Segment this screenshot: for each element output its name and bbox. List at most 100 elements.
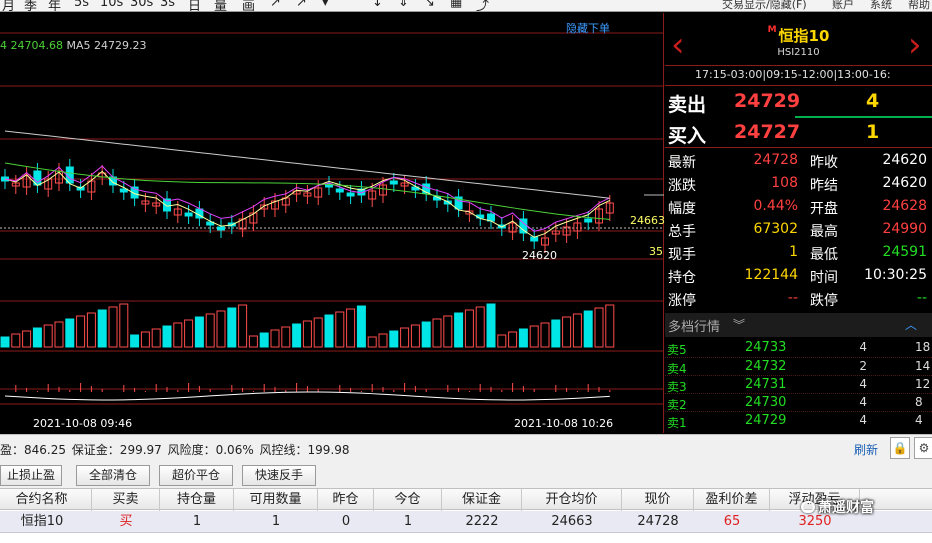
buy-price[interactable]: 24727: [734, 121, 800, 143]
table-row[interactable]: 恒指10 买 1 1 0 1 2222 24663 24728 65 3250: [0, 511, 932, 533]
depth-row[interactable]: 卖3 24731 4 12: [665, 375, 932, 394]
menu-help[interactable]: 帮助: [908, 0, 930, 11]
toolbar-btn-month[interactable]: 月: [2, 0, 15, 11]
low-price-label: 24620: [522, 249, 557, 262]
sell-price[interactable]: 24729: [734, 90, 800, 112]
quick-reverse-button[interactable]: 快速反手: [242, 465, 316, 486]
volume-bar: [140, 331, 150, 348]
lock-icon[interactable]: 🔒: [890, 437, 910, 459]
toolbar-btn-5s[interactable]: 5s: [74, 0, 89, 10]
toolbar-btn-draw[interactable]: 画: [242, 0, 255, 11]
column-header[interactable]: 开仓均价: [522, 489, 622, 511]
sell-volume: 4: [866, 90, 880, 112]
depth-row[interactable]: 卖1 24729 4 4: [665, 411, 932, 430]
field-label: 涨跌: [668, 178, 696, 194]
column-header[interactable]: 可用数量: [234, 489, 318, 511]
volume-bar: [184, 319, 194, 348]
chevron-up-icon[interactable]: ︿: [905, 316, 917, 333]
depth-row[interactable]: 卖4 24732 2 14: [665, 357, 932, 376]
refresh-button[interactable]: 刷新: [854, 441, 878, 458]
stop-loss-profit-button[interactable]: 止损止盈: [0, 465, 62, 486]
volume-bar: [259, 332, 269, 348]
main-contract-badge: M: [767, 25, 777, 35]
toolbar-btn-volume[interactable]: 量: [214, 0, 227, 11]
field-value: 24628: [882, 198, 927, 214]
column-header[interactable]: 合约名称: [0, 489, 92, 511]
column-header[interactable]: 现价: [622, 489, 694, 511]
toolbar-btn-down[interactable]: ↓: [372, 0, 383, 10]
settings-icon[interactable]: ⚙: [914, 437, 932, 459]
ma-legend: 4 24704.68 MA5 24729.23: [0, 39, 147, 52]
candle-body: [422, 183, 431, 194]
volume-bar: [108, 306, 118, 348]
table-header: 合约名称 买卖 持仓量 可用数量 昨仓 今仓 保证金 开仓均价 现价 盈利价差 浮动盈亏: [0, 488, 932, 511]
depth-volume: 4: [859, 413, 867, 427]
table-cell: 1: [192, 514, 202, 529]
volume-bar: [389, 330, 399, 348]
volume-bar: [594, 307, 604, 348]
volume-bar: [11, 333, 21, 348]
depth-price: 24731: [745, 377, 787, 392]
kline-chart-panel[interactable]: 隐藏下单 4 24704.68 MA5 24729.23 24620 24663…: [0, 13, 665, 433]
volume-bar: [97, 309, 107, 348]
field-label: 最低: [810, 247, 838, 263]
candle-body: [346, 192, 355, 197]
field-label: 幅度: [668, 201, 696, 217]
column-header[interactable]: 买卖: [92, 489, 160, 511]
toolbar-btn-10s[interactable]: 10s: [100, 0, 123, 10]
depth-row[interactable]: 卖5 24733 4 18: [665, 339, 932, 357]
volume-bar: [281, 326, 291, 348]
depth-row[interactable]: 卖2 24730 4 8: [665, 393, 932, 412]
depth-title: 多档行情: [668, 320, 721, 335]
buy-label: 买入: [668, 125, 707, 147]
close-all-button[interactable]: 全部清仓: [76, 465, 150, 486]
toolbar-btn-arrow2[interactable]: ↗: [296, 0, 307, 10]
column-header[interactable]: 持仓量: [160, 489, 234, 511]
candle-body: [389, 180, 398, 185]
volume-bar: [400, 327, 410, 348]
toolbar-btn-arrow1[interactable]: ↗: [270, 0, 281, 10]
table-cell: 1: [271, 514, 281, 529]
depth-price: 24732: [745, 359, 787, 374]
toolbar-btn-30s[interactable]: 30s: [130, 0, 153, 10]
toolbar-btn-year[interactable]: 年: [48, 0, 61, 11]
column-header[interactable]: 昨仓: [318, 489, 374, 511]
toolbar-btn-dropdown[interactable]: ▾: [322, 0, 329, 10]
toolbar-btn-season[interactable]: 季: [24, 0, 37, 11]
table-cell: 24663: [551, 514, 593, 529]
toolbar-btn-day[interactable]: 日: [188, 0, 201, 11]
volume-bar: [605, 304, 615, 348]
volume-bar: [475, 306, 485, 348]
toolbar-btn-undo[interactable]: ⤴: [476, 0, 489, 11]
toolbar-btn-3s[interactable]: 3s: [160, 0, 175, 10]
candle-body: [217, 226, 225, 231]
toolbar-btn-down2[interactable]: ⇓: [398, 0, 409, 10]
field-value: 67302: [753, 221, 798, 237]
volume-bar: [508, 331, 518, 348]
chevron-down-icon[interactable]: ︾: [733, 316, 745, 333]
volume-bar: [216, 310, 226, 348]
toolbar-btn-diag[interactable]: ↘: [424, 0, 435, 10]
kline-chart[interactable]: [0, 13, 664, 433]
volume-bar: [367, 336, 377, 348]
toolbar-btn-grid[interactable]: ▦: [450, 0, 462, 10]
menu-account[interactable]: 账户: [832, 0, 854, 11]
table-cell: 0: [341, 514, 351, 529]
volume-bar: [173, 322, 183, 348]
volume-bar: [551, 319, 561, 348]
depth-cumulative: 14: [915, 359, 931, 373]
volume-bar: [151, 328, 161, 348]
field-value: 108: [771, 175, 798, 191]
column-header[interactable]: 今仓: [374, 489, 442, 511]
menu-system[interactable]: 系统: [870, 0, 892, 11]
column-header[interactable]: 盈利价差: [694, 489, 770, 511]
depth-volume: 2: [859, 359, 867, 373]
column-header[interactable]: 保证金: [442, 489, 522, 511]
volume-bar: [572, 313, 582, 348]
menu-trade-display[interactable]: 交易显示/隐藏(F): [722, 0, 807, 11]
hide-order-link[interactable]: 隐藏下单: [566, 20, 610, 36]
volume-bar: [302, 320, 312, 348]
volume-bar: [162, 325, 172, 348]
field-value: 1: [789, 244, 798, 260]
close-over-price-button[interactable]: 超价平仓: [159, 465, 233, 486]
